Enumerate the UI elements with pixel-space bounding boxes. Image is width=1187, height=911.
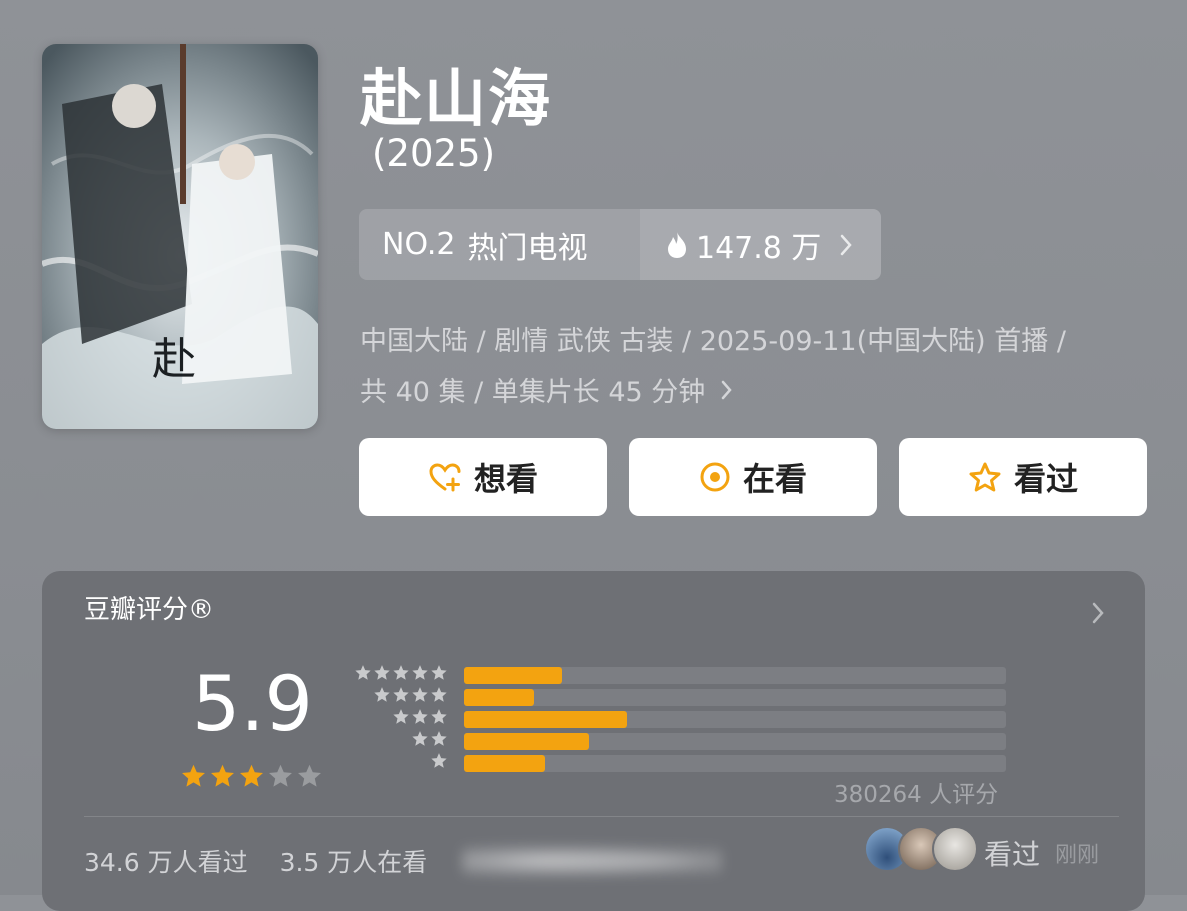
star-filled-icon [240, 764, 263, 787]
friend-avatars[interactable] [864, 826, 978, 872]
meta-line-2-row: 共 40 集 / 单集片长 45 分钟 [360, 367, 1160, 418]
distribution-bar-5 [464, 667, 562, 684]
distribution-bar-3 [464, 711, 627, 728]
meta-line-1: 中国大陆 / 剧情 武侠 古装 / 2025-09-11(中国大陆) 首播 / [360, 326, 1066, 357]
star-icon [355, 665, 371, 680]
show-meta[interactable]: 中国大陆 / 剧情 武侠 古装 / 2025-09-11(中国大陆) 首播 / … [360, 316, 1160, 418]
star-icon [412, 731, 428, 746]
distribution-track-2 [464, 733, 1006, 750]
star-icon [431, 665, 447, 680]
divider [84, 816, 1119, 817]
recent-activity-label: 看过 [984, 838, 1041, 871]
star-icon [393, 709, 409, 724]
heat-value: 147.8 万 [696, 230, 822, 266]
heart-plus-icon [429, 463, 461, 492]
distribution-track-3 [464, 711, 1006, 728]
star-icon [431, 731, 447, 746]
rating-stars [180, 763, 325, 790]
star-empty-icon [298, 764, 321, 787]
recent-activity-time: 刚刚 [1055, 843, 1100, 868]
heat-link[interactable]: 147.8 万 [640, 209, 881, 280]
distribution-stars-5 [353, 664, 448, 682]
chevron-right-icon [721, 380, 732, 400]
chevron-right-icon [841, 234, 853, 255]
distribution-stars-2 [410, 730, 448, 748]
watched-label: 看过 [1013, 460, 1078, 498]
rating-card[interactable]: 豆瓣评分® 5.9 380264 人评分 34.6 万人看过 3.5 万人在看 … [42, 571, 1145, 911]
chevron-right-icon [1092, 602, 1104, 624]
rank-position: NO.2 [382, 227, 456, 262]
star-filled-icon [182, 764, 205, 787]
star-outline-icon [969, 462, 1001, 492]
star-icon [393, 665, 409, 680]
poster-artwork: 赴 [42, 44, 318, 429]
star-icon [412, 687, 428, 702]
rating-score: 5.9 [192, 659, 313, 748]
watched-button[interactable]: 看过 [899, 438, 1147, 516]
ranking-badge: NO.2 热门电视 147.8 万 [359, 209, 881, 280]
star-filled-icon [211, 764, 234, 787]
distribution-stars-3 [391, 708, 448, 726]
star-icon [374, 687, 390, 702]
star-empty-icon [269, 764, 292, 787]
show-year: (2025) [372, 132, 496, 175]
distribution-track-1 [464, 755, 1006, 772]
distribution-track-5 [464, 667, 1006, 684]
star-icon [412, 709, 428, 724]
target-icon [700, 462, 730, 492]
distribution-bar-4 [464, 689, 534, 706]
distribution-track-4 [464, 689, 1006, 706]
watch-stats: 34.6 万人看过 3.5 万人在看 [84, 843, 451, 879]
watched-count: 34.6 万人看过 [84, 848, 248, 877]
watching-label: 在看 [742, 460, 807, 498]
show-title: 赴山海 [360, 62, 553, 135]
star-icon [431, 753, 447, 768]
rank-category: 热门电视 [467, 230, 588, 266]
avatar [932, 826, 978, 872]
rating-label: 豆瓣评分® [84, 595, 215, 625]
star-icon [431, 709, 447, 724]
star-icon [431, 687, 447, 702]
want-button[interactable]: 想看 [359, 438, 607, 516]
blurred-region [462, 841, 722, 881]
poster-image[interactable]: 赴 [42, 44, 318, 429]
watching-count: 3.5 万人在看 [279, 848, 428, 877]
svg-text:赴: 赴 [152, 334, 196, 385]
distribution-bar-1 [464, 755, 545, 772]
want-label: 想看 [473, 460, 538, 498]
ranking-link[interactable]: NO.2 热门电视 [359, 209, 640, 280]
flame-icon [668, 231, 686, 258]
meta-line-2: 共 40 集 / 单集片长 45 分钟 [360, 377, 706, 408]
star-icon [412, 665, 428, 680]
distribution-stars-4 [372, 686, 448, 704]
rating-count: 380264 人评分 [834, 782, 999, 808]
star-icon [374, 665, 390, 680]
distribution-bar-2 [464, 733, 589, 750]
distribution-stars-1 [429, 752, 448, 770]
star-icon [393, 687, 409, 702]
watching-button[interactable]: 在看 [629, 438, 877, 516]
